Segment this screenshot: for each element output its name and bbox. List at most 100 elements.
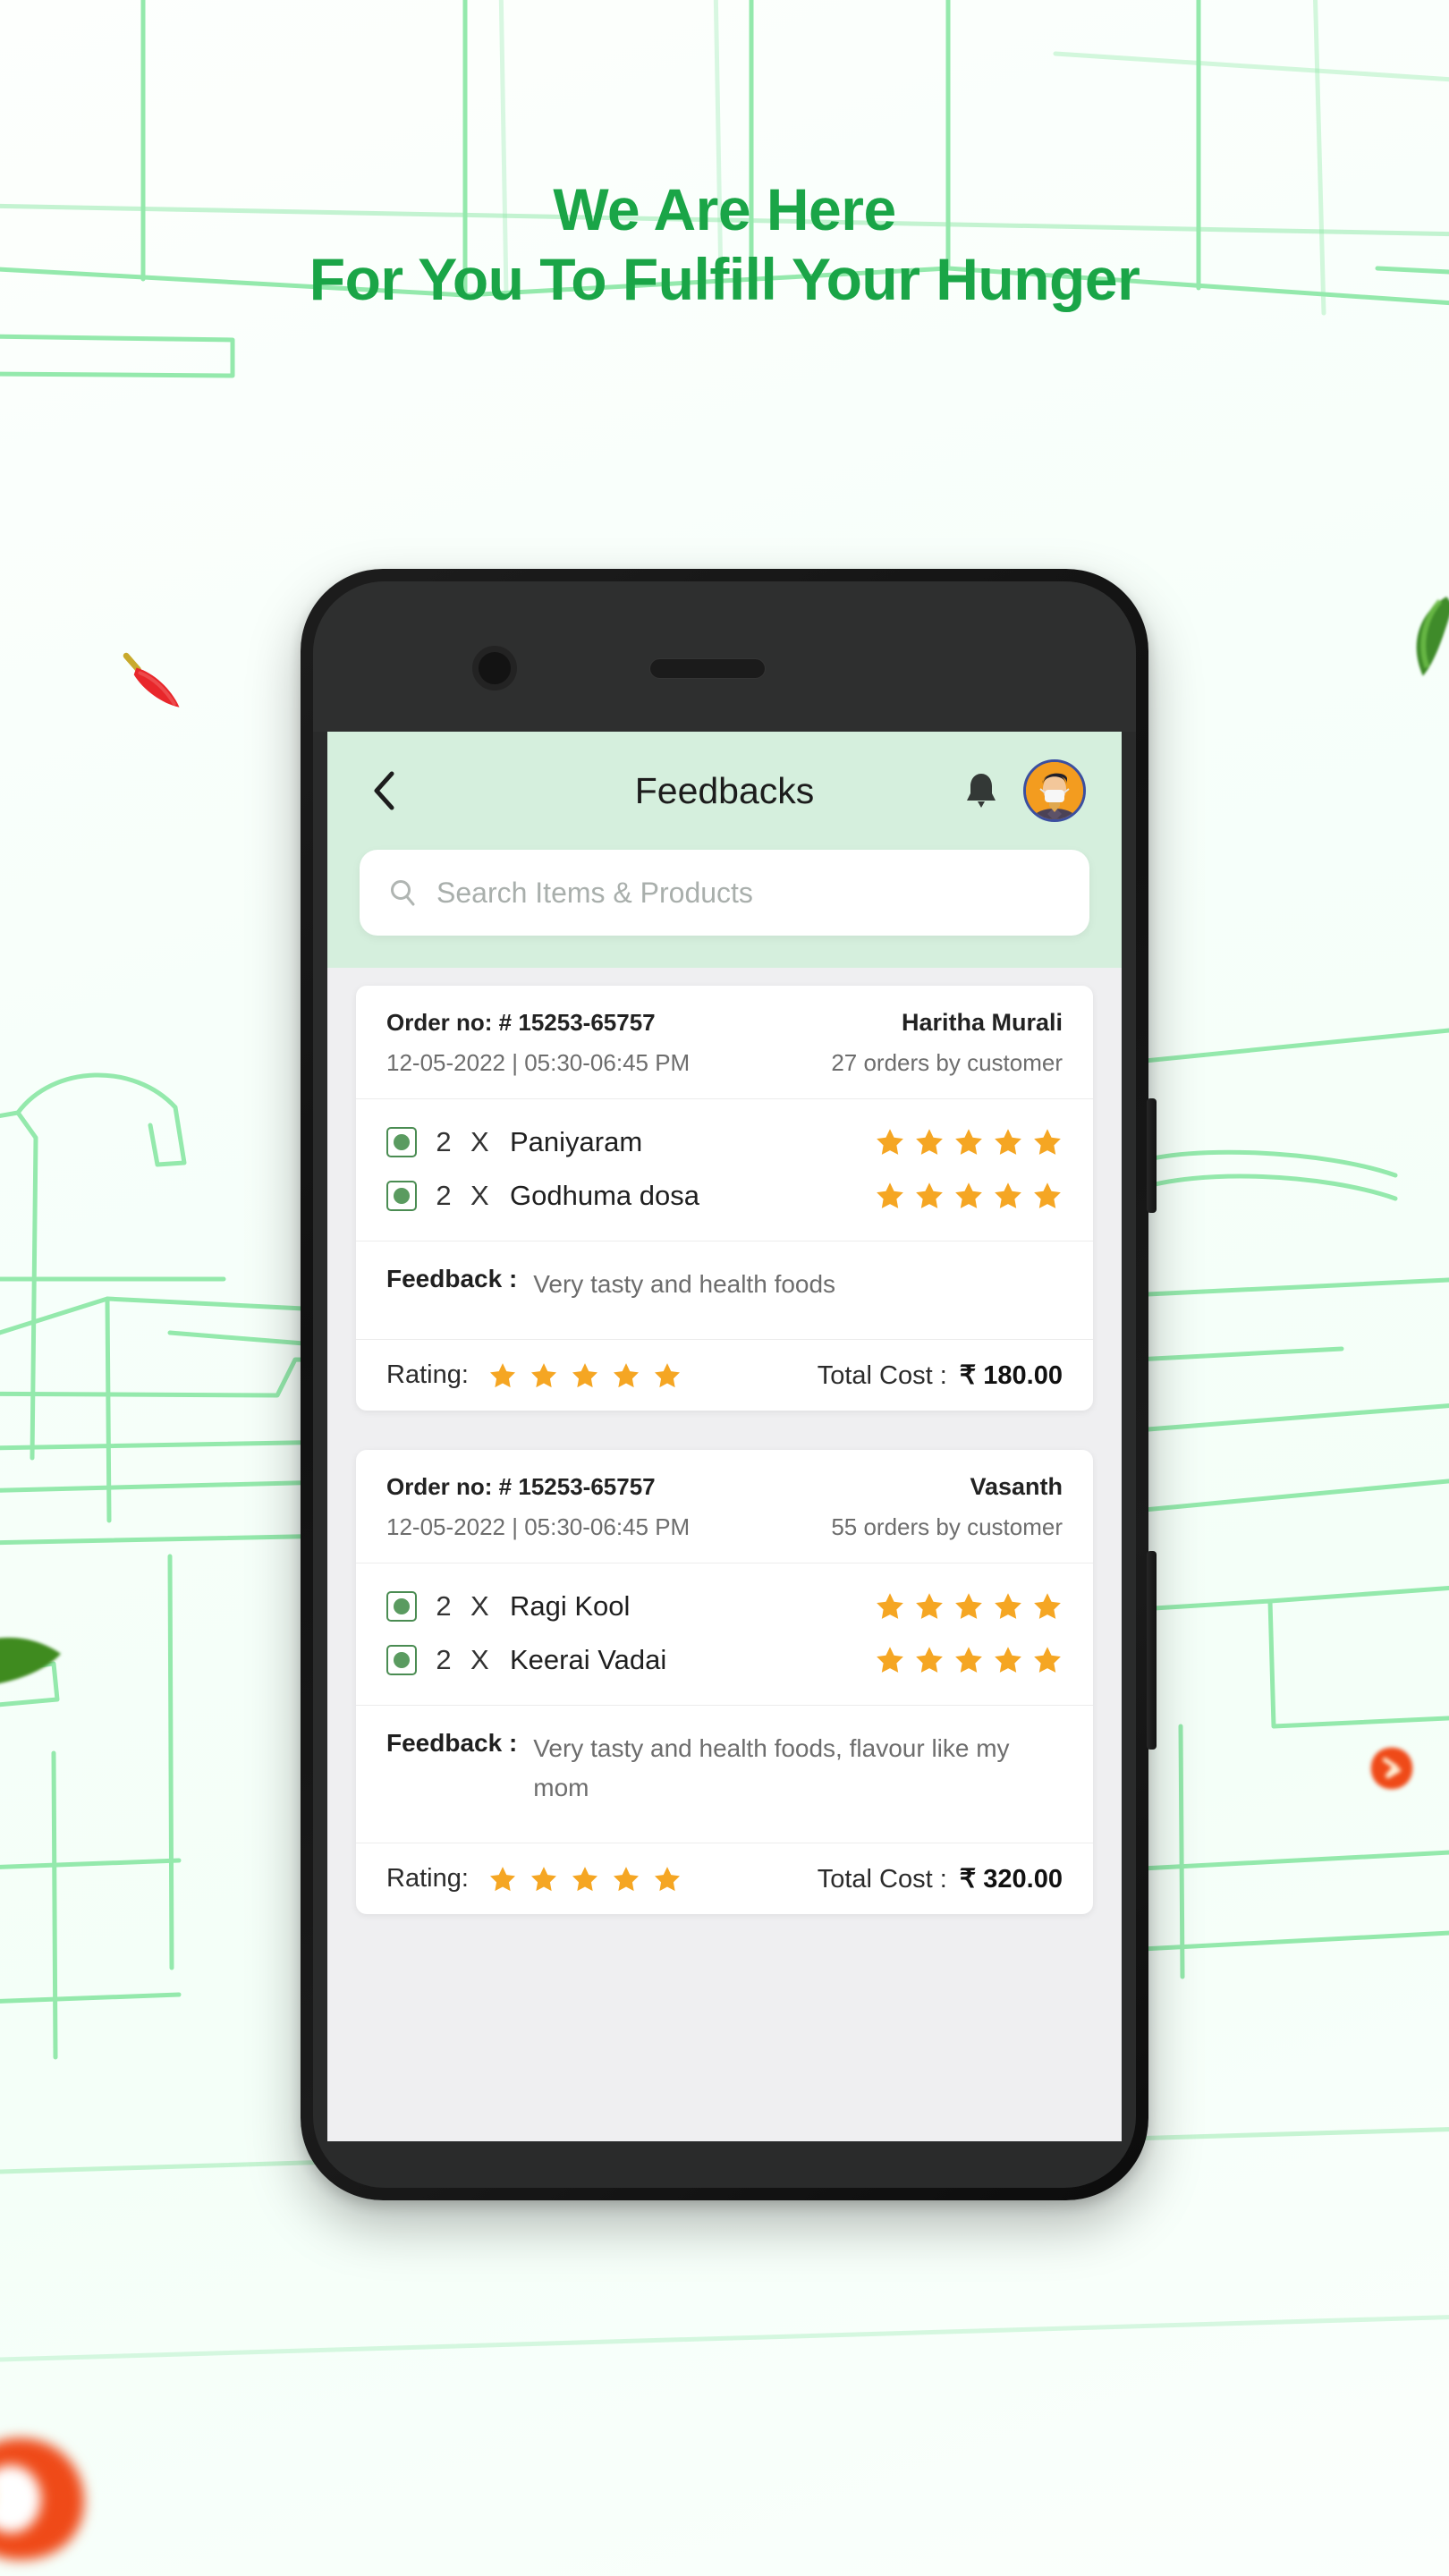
customer-info: Vasanth 55 orders by customer [831,1473,1063,1541]
order-item-row: 2 X Godhuma dosa [386,1169,1063,1223]
user-avatar-icon [1026,762,1083,819]
feedback-text: Very tasty and health foods, flavour lik… [533,1734,1010,1801]
app-header: Feedbacks Search Items & Products [327,732,1122,968]
star-icon [1034,1647,1061,1674]
earpiece-speaker [649,658,766,679]
feedback-card[interactable]: Order no: # 15253-65757 12-05-2022 | 05:… [356,1450,1093,1915]
order-meta: Order no: # 15253-65757 12-05-2022 | 05:… [386,1473,690,1541]
search-icon [391,880,415,906]
star-icon [613,1363,639,1387]
overall-star-rating [488,1865,682,1894]
phone-volume-button[interactable] [1147,1098,1157,1213]
item-star-rating [875,1591,1063,1622]
header-actions [964,759,1086,822]
order-header: Order no: # 15253-65757 12-05-2022 | 05:… [356,986,1093,1098]
order-item-row: 2 X Paniyaram [386,1115,1063,1169]
star-icon [955,1182,982,1208]
star-icon [613,1866,639,1891]
item-quantity: 2 [436,1180,452,1211]
phone-power-button[interactable] [1147,1551,1157,1750]
multiply-symbol: X [470,1644,489,1676]
notification-bell-icon[interactable] [964,771,998,810]
headline-line-1: We Are Here [553,176,896,242]
star-icon [955,1593,982,1620]
star-icon [654,1866,680,1891]
phone-bezel: Feedbacks Search Items & Products Order … [313,581,1136,2188]
order-item-row: 2 X Ragi Kool [386,1580,1063,1633]
order-number: Order no: # 15253-65757 [386,1009,690,1037]
feedback-section: Feedback : Very tasty and health foods, … [356,1705,1093,1843]
veg-indicator-icon [386,1127,417,1157]
feedback-label: Feedback : [386,1265,518,1292]
customer-order-count: 55 orders by customer [831,1513,1063,1541]
customer-order-count: 27 orders by customer [831,1049,1063,1076]
order-number-prefix: Order no: [386,1473,499,1501]
item-star-rating [875,1645,1063,1675]
item-name: Paniyaram [510,1126,643,1157]
feedback-card[interactable]: Order no: # 15253-65757 12-05-2022 | 05:… [356,986,1093,1411]
star-icon [955,1129,982,1155]
star-icon [916,1647,943,1674]
star-icon [572,1363,597,1387]
order-items: 2 X Paniyaram 2 X Godhuma dosa [356,1098,1093,1241]
veg-indicator-icon [386,1181,417,1211]
rating-section: Rating: Total Cost : ₹ 180.00 [356,1339,1093,1411]
item-star-rating [875,1127,1063,1157]
order-number-value: # 15253-65757 [498,1009,656,1036]
rating-label: Rating: [386,1864,469,1894]
star-icon [916,1182,943,1208]
star-icon [995,1129,1021,1155]
star-icon [877,1647,903,1674]
star-icon [995,1647,1021,1674]
rating-label: Rating: [386,1360,469,1390]
total-cost-label: Total Cost : [817,1865,947,1894]
rating-section: Rating: Total Cost : ₹ 320.00 [356,1843,1093,1914]
item-name: Keerai Vadai [510,1644,667,1676]
item-name: Ragi Kool [510,1590,631,1623]
star-icon [955,1647,982,1674]
app-screen: Feedbacks Search Items & Products Order … [327,732,1122,2141]
order-header: Order no: # 15253-65757 12-05-2022 | 05:… [356,1450,1093,1563]
front-camera-icon [472,646,517,691]
item-quantity: 2 [436,1644,452,1676]
headline-line-2: For You To Fulfill Your Hunger [309,245,1140,312]
total-cost: Total Cost : ₹ 180.00 [818,1360,1063,1391]
customer-name: Haritha Murali [901,1009,1063,1036]
star-icon [877,1182,903,1208]
order-datetime: 12-05-2022 | 05:30-06:45 PM [386,1513,691,1541]
item-star-rating [875,1181,1063,1211]
star-icon [1034,1593,1061,1620]
star-icon [995,1593,1021,1620]
multiply-symbol: X [470,1126,489,1157]
star-icon [1034,1182,1061,1208]
star-icon [916,1129,943,1155]
star-icon [654,1363,680,1387]
order-item-row: 2 X Keerai Vadai [386,1633,1063,1687]
star-icon [530,1363,556,1387]
header-row: Feedbacks [327,732,1122,850]
star-icon [916,1593,943,1620]
feedback-text: Very tasty and health foods [533,1270,836,1298]
customer-info: Haritha Murali 27 orders by customer [831,1009,1063,1077]
order-number-prefix: Order no: [386,1009,499,1036]
order-number: Order no: # 15253-65757 [386,1473,690,1501]
star-icon [489,1363,515,1387]
overall-star-rating [488,1361,682,1390]
customer-name: Vasanth [970,1473,1063,1501]
veg-indicator-icon [386,1591,417,1623]
star-icon [877,1593,903,1620]
back-button[interactable] [363,770,404,811]
total-cost-label: Total Cost : [817,1361,947,1391]
promo-headline: We Are Here For You To Fulfill Your Hung… [0,175,1449,315]
veg-indicator-icon [386,1645,417,1676]
order-items: 2 X Ragi Kool 2 X Keerai Vadai [356,1563,1093,1705]
order-datetime: 12-05-2022 | 05:30-06:45 PM [386,1049,691,1076]
star-icon [530,1866,556,1891]
star-icon [995,1182,1021,1208]
phone-mockup: Feedbacks Search Items & Products Order … [301,569,1157,2200]
multiply-symbol: X [470,1590,489,1623]
total-cost-value: ₹ 180.00 [959,1361,1063,1391]
search-input[interactable]: Search Items & Products [360,850,1089,936]
total-cost-value: ₹ 320.00 [959,1865,1063,1894]
avatar[interactable] [1023,759,1086,822]
